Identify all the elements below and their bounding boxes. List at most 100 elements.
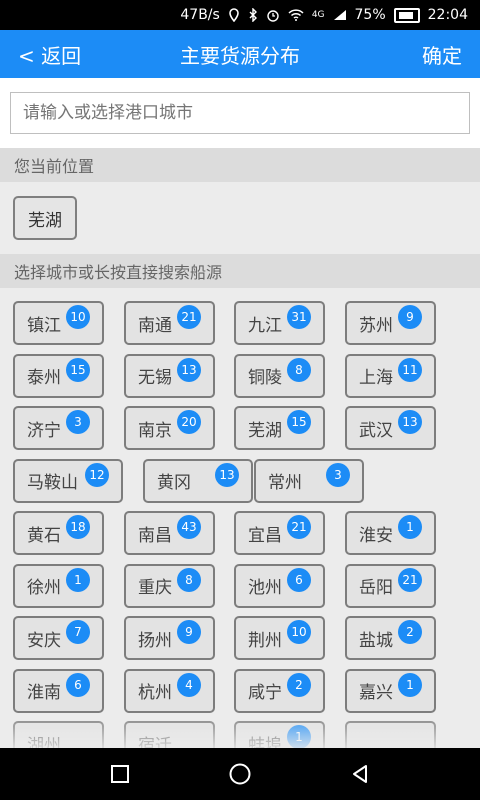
city-name: 南京 bbox=[138, 420, 172, 441]
city-button[interactable]: 南京 20 bbox=[124, 406, 215, 450]
count-badge: 8 bbox=[287, 357, 311, 382]
city-button[interactable]: 济宁 3 bbox=[13, 406, 104, 450]
search-input[interactable] bbox=[10, 92, 470, 134]
city-button[interactable]: 马鞍山 12 bbox=[13, 458, 123, 503]
network-type: 4G bbox=[311, 10, 325, 20]
city-button[interactable]: 九江 31 bbox=[234, 301, 325, 345]
city-name: 宜昌 bbox=[248, 525, 282, 546]
search-area bbox=[0, 78, 480, 148]
city-name: 淮安 bbox=[359, 525, 393, 546]
count-badge: 3 bbox=[326, 462, 350, 487]
count-badge: 7 bbox=[66, 620, 90, 644]
count-badge: 31 bbox=[287, 305, 311, 329]
count-badge: 2 bbox=[398, 620, 422, 644]
city-button[interactable]: 南昌 43 bbox=[124, 511, 215, 555]
city-button[interactable]: 武汉 13 bbox=[345, 406, 436, 450]
city-button[interactable]: 蚌埠 1 bbox=[234, 721, 325, 748]
city-grid: 镇江 10 南通 21 九江 31 苏州 9 泰州 15 无锡 13 铜陵 8 上海 11 济宁 3 南京 20 芜湖 1… bbox=[0, 296, 480, 748]
city-name: 蚌埠 bbox=[248, 735, 282, 749]
city-button[interactable]: 盐城 2 bbox=[345, 616, 436, 660]
city-name: 镇江 bbox=[27, 315, 61, 336]
city-button[interactable] bbox=[345, 721, 436, 748]
count-badge: 21 bbox=[398, 567, 422, 592]
city-button[interactable]: 无锡 13 bbox=[124, 353, 215, 398]
count-badge: 43 bbox=[177, 515, 201, 539]
city-name: 重庆 bbox=[138, 578, 172, 598]
city-button[interactable]: 嘉兴 1 bbox=[345, 668, 436, 713]
city-name: 九江 bbox=[248, 315, 282, 336]
count-badge: 13 bbox=[398, 410, 422, 434]
city-name: 黄石 bbox=[27, 525, 61, 546]
city-name: 宿迁 bbox=[138, 735, 172, 749]
network-speed: 47B/s bbox=[180, 7, 220, 23]
count-badge: 13 bbox=[177, 357, 201, 382]
city-button[interactable]: 铜陵 8 bbox=[234, 353, 325, 398]
city-button[interactable]: 芜湖 15 bbox=[234, 406, 325, 450]
city-button[interactable]: 宿迁 bbox=[124, 721, 215, 748]
city-name: 淮南 bbox=[27, 683, 61, 703]
count-badge: 8 bbox=[177, 567, 201, 592]
city-name: 马鞍山 bbox=[27, 473, 78, 493]
home-icon[interactable] bbox=[228, 762, 252, 786]
city-button[interactable]: 常州 3 bbox=[254, 458, 364, 503]
city-button[interactable]: 池州 6 bbox=[234, 563, 325, 608]
city-name: 咸宁 bbox=[248, 683, 282, 703]
count-badge: 11 bbox=[398, 357, 422, 382]
city-name: 常州 bbox=[268, 473, 302, 493]
city-name: 池州 bbox=[248, 578, 282, 598]
battery-percent: 75% bbox=[354, 7, 386, 23]
count-badge: 20 bbox=[177, 410, 201, 434]
confirm-button[interactable]: 确定 bbox=[422, 40, 462, 69]
city-button[interactable]: 泰州 15 bbox=[13, 353, 104, 398]
count-badge: 1 bbox=[287, 725, 311, 748]
back-button[interactable]: < 返回 bbox=[18, 40, 81, 69]
city-name: 徐州 bbox=[27, 578, 61, 598]
count-badge: 21 bbox=[287, 515, 311, 539]
city-button[interactable]: 咸宁 2 bbox=[234, 668, 325, 713]
city-button[interactable]: 黄冈 13 bbox=[143, 458, 253, 503]
city-name: 济宁 bbox=[27, 420, 61, 441]
count-badge: 21 bbox=[177, 305, 201, 329]
current-location-button[interactable]: 芜湖 bbox=[13, 196, 77, 240]
count-badge: 3 bbox=[66, 410, 90, 434]
signal-icon bbox=[333, 10, 346, 20]
system-nav-bar bbox=[0, 748, 480, 800]
city-button[interactable]: 安庆 7 bbox=[13, 616, 104, 660]
city-button[interactable]: 苏州 9 bbox=[345, 301, 436, 345]
city-button[interactable]: 淮安 1 bbox=[345, 511, 436, 555]
city-button[interactable]: 上海 11 bbox=[345, 353, 436, 398]
city-button[interactable]: 南通 21 bbox=[124, 301, 215, 345]
count-badge: 1 bbox=[398, 672, 422, 697]
city-name: 无锡 bbox=[138, 368, 172, 388]
count-badge: 18 bbox=[66, 515, 90, 539]
count-badge: 6 bbox=[66, 672, 90, 697]
city-name: 泰州 bbox=[27, 368, 61, 388]
back-nav-icon[interactable] bbox=[349, 763, 371, 785]
location-header: 您当前位置 bbox=[0, 148, 480, 182]
city-button[interactable]: 湖州 bbox=[13, 721, 104, 748]
city-name: 南昌 bbox=[138, 525, 172, 546]
city-button[interactable]: 扬州 9 bbox=[124, 616, 215, 660]
city-button[interactable]: 荆州 10 bbox=[234, 616, 325, 660]
location-icon bbox=[229, 8, 239, 22]
city-button[interactable]: 黄石 18 bbox=[13, 511, 104, 555]
city-button[interactable]: 宜昌 21 bbox=[234, 511, 325, 555]
city-button[interactable]: 岳阳 21 bbox=[345, 563, 436, 608]
city-name: 杭州 bbox=[138, 683, 172, 703]
city-button[interactable]: 淮南 6 bbox=[13, 668, 104, 713]
city-name: 盐城 bbox=[359, 630, 393, 651]
city-button[interactable]: 徐州 1 bbox=[13, 563, 104, 608]
city-name: 苏州 bbox=[359, 315, 393, 336]
recent-apps-icon[interactable] bbox=[109, 763, 131, 785]
city-button[interactable]: 杭州 4 bbox=[124, 668, 215, 713]
city-name: 荆州 bbox=[248, 630, 282, 651]
count-badge: 2 bbox=[287, 672, 311, 697]
count-badge: 10 bbox=[66, 305, 90, 329]
city-button[interactable]: 重庆 8 bbox=[124, 563, 215, 608]
count-badge: 1 bbox=[398, 515, 422, 539]
wifi-icon bbox=[288, 9, 304, 21]
city-button[interactable]: 镇江 10 bbox=[13, 301, 104, 345]
city-name: 扬州 bbox=[138, 630, 172, 651]
city-name: 安庆 bbox=[27, 630, 61, 651]
city-name: 上海 bbox=[359, 368, 393, 388]
